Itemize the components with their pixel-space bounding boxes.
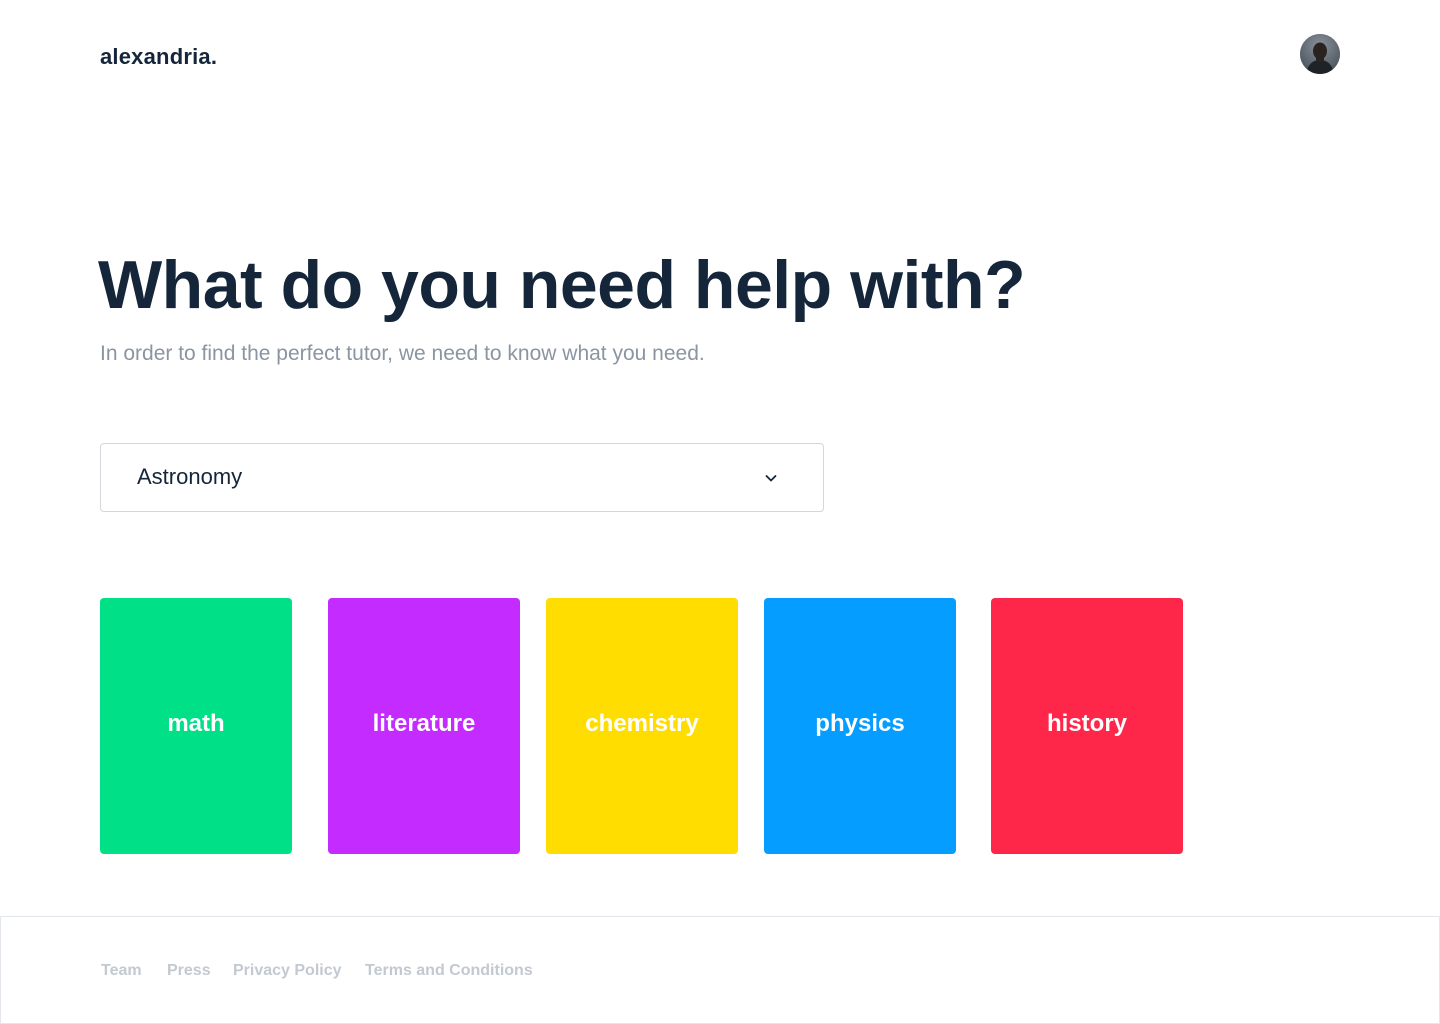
footer-link-terms[interactable]: Terms and Conditions	[365, 962, 533, 980]
subject-card-physics[interactable]: physics	[764, 598, 956, 854]
subject-card-history[interactable]: history	[991, 598, 1183, 854]
footer-link-press[interactable]: Press	[167, 962, 211, 980]
subject-card-label: chemistry	[585, 710, 699, 737]
avatar-image	[1300, 34, 1340, 74]
subject-card-label: literature	[372, 710, 476, 737]
subject-select[interactable]: Astronomy	[100, 443, 824, 512]
subject-card-label: physics	[815, 710, 905, 737]
subject-card-label: math	[167, 710, 225, 737]
page-title: What do you need help with?	[98, 247, 1026, 323]
footer: Team Press Privacy Policy Terms and Cond…	[0, 916, 1440, 1024]
page: alexandria. What do you need help with? …	[0, 0, 1440, 1024]
footer-link-privacy-policy[interactable]: Privacy Policy	[233, 962, 342, 980]
subject-card-label: history	[1046, 710, 1127, 737]
footer-link-team[interactable]: Team	[101, 962, 142, 980]
subject-card-chemistry[interactable]: chemistry	[546, 598, 738, 854]
page-subtitle: In order to find the perfect tutor, we n…	[100, 342, 705, 365]
chevron-down-icon	[765, 475, 777, 482]
subject-card-literature[interactable]: literature	[328, 598, 520, 854]
logo[interactable]: alexandria.	[100, 44, 217, 70]
subject-select-value: Astronomy	[137, 464, 243, 489]
avatar[interactable]	[1300, 34, 1340, 74]
subject-card-math[interactable]: math	[100, 598, 292, 854]
